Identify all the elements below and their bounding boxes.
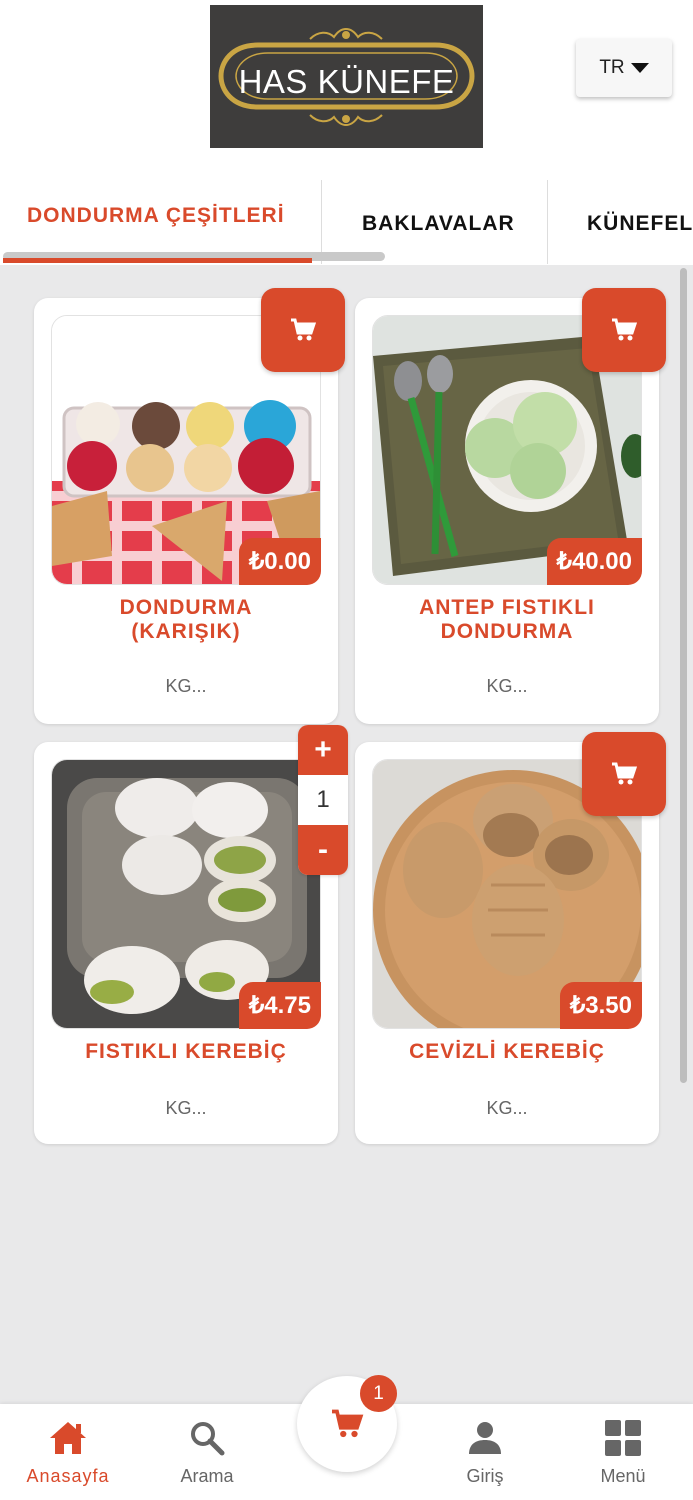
product-price: ₺3.50 [560, 982, 642, 1029]
quantity-value: 1 [316, 786, 330, 813]
brand-logo[interactable]: HAS KÜNEFE [210, 5, 483, 148]
language-selector[interactable]: TR [576, 39, 672, 97]
product-name-line: DONDURMA [119, 596, 253, 619]
product-name-line: (KARIŞIK) [131, 620, 241, 643]
tab-baklavalar[interactable]: BAKLAVALAR [362, 184, 515, 264]
product-name: FISTIKLI KEREBİÇ [85, 1040, 287, 1063]
product-price: ₺4.75 [239, 982, 321, 1029]
product-price: ₺40.00 [546, 538, 642, 585]
tab-kunefeler[interactable]: KÜNEFELER [587, 184, 693, 264]
product-name: CEVİZLİ KEREBİÇ [409, 1040, 605, 1063]
cart-icon [291, 318, 316, 341]
grid-icon [603, 1418, 643, 1458]
nav-login[interactable]: Giriş [435, 1404, 535, 1500]
cart-count-badge: 1 [360, 1375, 397, 1412]
product-unit: KG... [165, 1098, 207, 1118]
category-tabs: DONDURMA ÇEŞİTLERİ BAKLAVALAR KÜNEFELER [0, 152, 693, 265]
cart-icon [612, 762, 637, 785]
search-icon [187, 1418, 227, 1458]
product-name: DONDURMA (KARIŞIK) [34, 596, 338, 644]
user-icon [465, 1418, 505, 1458]
decrease-quantity-button[interactable]: - [298, 825, 348, 875]
quantity-stepper: + 1 - [298, 725, 348, 875]
logo-text: HAS KÜNEFE [238, 63, 455, 100]
caret-down-icon [630, 63, 649, 73]
nav-home[interactable]: Anasayfa [18, 1404, 118, 1500]
product-unit: KG... [486, 676, 528, 696]
nav-home-label: Anasayfa [26, 1466, 110, 1486]
active-tab-indicator [3, 258, 312, 263]
nav-search[interactable]: Arama [157, 1404, 257, 1500]
nav-login-label: Giriş [466, 1466, 504, 1486]
tab-divider [547, 180, 548, 264]
add-to-cart-button[interactable] [582, 288, 666, 372]
product-price: ₺0.00 [239, 538, 321, 585]
nav-menu[interactable]: Menü [573, 1404, 673, 1500]
increase-quantity-button[interactable]: + [298, 725, 348, 775]
cart-icon [612, 318, 637, 341]
add-to-cart-button[interactable] [261, 288, 345, 372]
home-icon [48, 1418, 88, 1458]
product-name-line: DONDURMA [440, 620, 574, 643]
nav-search-label: Arama [180, 1466, 234, 1486]
product-unit: KG... [165, 676, 207, 696]
nav-menu-label: Menü [600, 1466, 646, 1486]
tab-dondurma-cesitleri[interactable]: DONDURMA ÇEŞİTLERİ [27, 176, 285, 256]
product-name-line: ANTEP FISTIKLI [419, 596, 595, 619]
product-card[interactable]: ₺4.75 FISTIKLI KEREBİÇ KG... [34, 742, 338, 1144]
product-name: ANTEP FISTIKLI DONDURMA [355, 596, 659, 644]
product-unit: KG... [486, 1098, 528, 1118]
content-scrollbar[interactable] [680, 268, 687, 1083]
language-label: TR [599, 57, 625, 78]
cart-icon [332, 1409, 364, 1438]
app-header: HAS KÜNEFE TR [0, 0, 693, 152]
add-to-cart-button[interactable] [582, 732, 666, 816]
